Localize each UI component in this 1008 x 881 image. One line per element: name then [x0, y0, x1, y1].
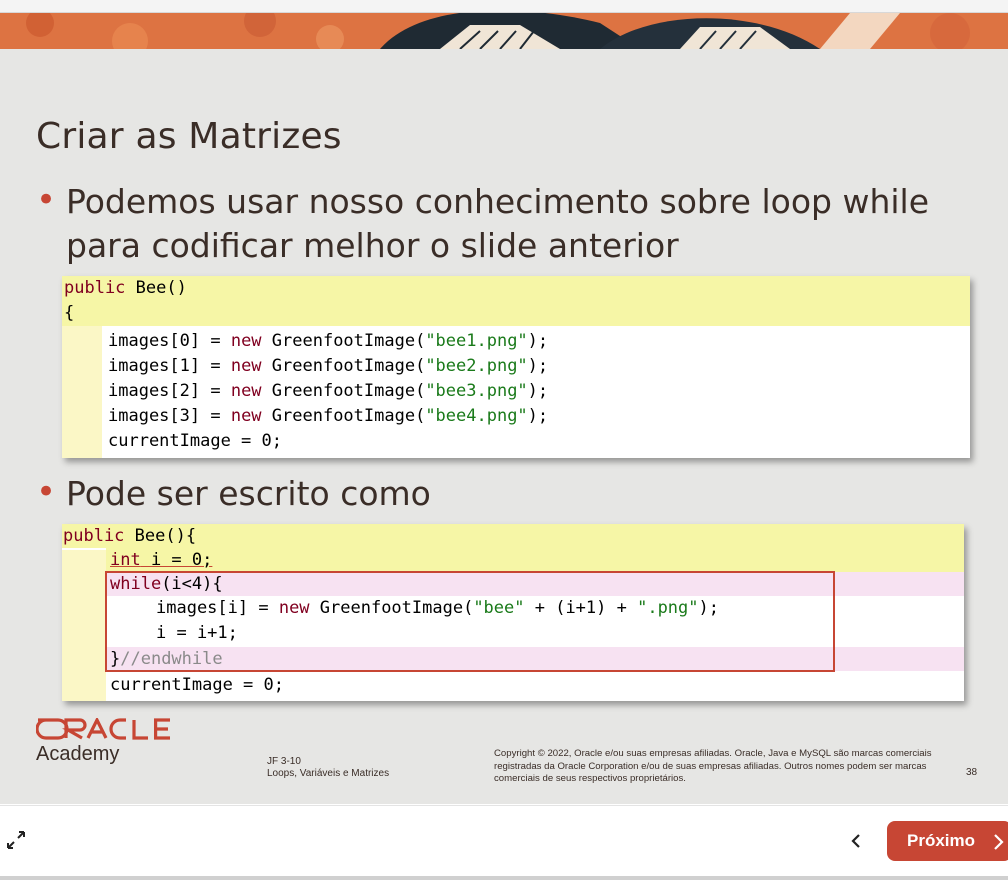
code-line: currentImage = 0; [110, 675, 284, 695]
course-name: Loops, Variáveis e Matrizes [267, 768, 390, 779]
code-line: int i = 0; [106, 548, 964, 572]
oracle-logo [36, 718, 170, 740]
bullet-item: • Pode ser escrito como [36, 472, 966, 516]
decorative-banner [0, 13, 1008, 49]
bullet-text: Podemos usar nosso conhecimento sobre lo… [66, 182, 929, 265]
slide-title: Criar as Matrizes [36, 116, 342, 157]
code-line: public Bee(){ [62, 524, 964, 548]
bullet-item: • Podemos usar nosso conhecimento sobre … [36, 180, 966, 268]
copyright-text: Copyright © 2022, Oracle e/ou suas empre… [494, 748, 932, 784]
bullet-text: Pode ser escrito como [66, 474, 431, 513]
slide-top-border [0, 0, 1008, 13]
course-code: JF 3-10 [267, 756, 301, 767]
bullet-marker: • [36, 180, 57, 220]
chevron-left-icon [851, 834, 860, 848]
expand-button[interactable] [4, 828, 28, 852]
chevron-right-icon [994, 834, 1004, 850]
code-line: currentImage = 0; [108, 431, 282, 451]
next-button-label: Próximo [907, 831, 976, 850]
code-line: public Bee() [62, 276, 970, 301]
next-button[interactable]: Próximo [887, 821, 1008, 861]
code-line: images[1] = new GreenfootImage("bee2.png… [108, 356, 549, 376]
code-gutter [62, 550, 106, 701]
code-line: { [62, 301, 970, 326]
toolbar-bottom-border [0, 876, 1008, 880]
code-line: images[2] = new GreenfootImage("bee3.png… [108, 381, 549, 401]
code-line: images[0] = new GreenfootImage("bee1.png… [108, 331, 549, 351]
course-info: JF 3-10 Loops, Variáveis e Matrizes [267, 756, 389, 780]
bullet-marker: • [36, 472, 57, 512]
while-loop-highlight-box [105, 571, 835, 672]
code-block-while: public Bee(){ int i = 0; while(i<4){ ima… [62, 524, 964, 701]
slide: Criar as Matrizes • Podemos usar nosso c… [0, 0, 1008, 804]
code-line: images[3] = new GreenfootImage("bee4.png… [108, 406, 549, 426]
oracle-academy-logo: Academy [36, 718, 182, 766]
code-gutter [62, 326, 102, 458]
code-block-original: public Bee() { images[0] = new Greenfoot… [62, 276, 970, 458]
previous-button[interactable] [842, 826, 870, 856]
academy-label: Academy [36, 743, 120, 765]
expand-icon [7, 831, 25, 849]
page-number: 38 [966, 767, 978, 778]
